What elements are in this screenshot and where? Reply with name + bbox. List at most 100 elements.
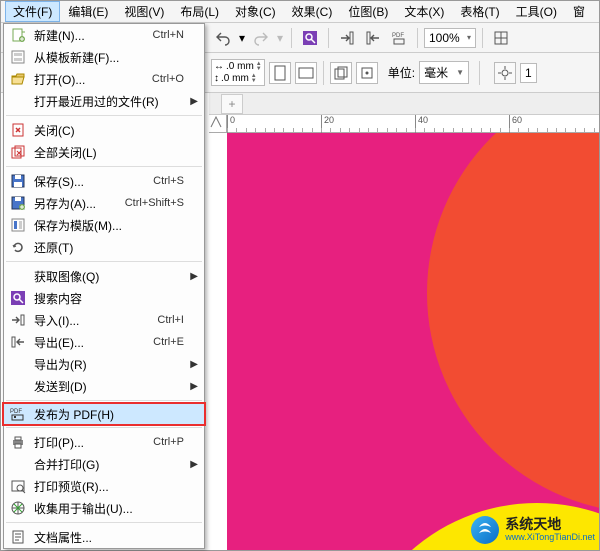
- menu-edit[interactable]: 编辑(E): [60, 1, 116, 22]
- watermark-logo-icon: [471, 516, 499, 544]
- menu-item-shortcut: Ctrl+S: [153, 175, 188, 187]
- revert-icon: [8, 238, 28, 256]
- acquire-icon: [8, 267, 28, 285]
- menu-item-label: 另存为(A)...: [34, 195, 125, 212]
- menu-item-open[interactable]: 打开(O)...Ctrl+O: [4, 68, 204, 90]
- new-icon: [8, 26, 28, 44]
- submenu-arrow-icon: ▶: [188, 381, 198, 392]
- menu-item-label: 导入(I)...: [34, 312, 157, 329]
- canvas-area: + 0 20 40 60 80: [209, 93, 599, 550]
- menu-item-label: 导出(E)...: [34, 334, 153, 351]
- add-tab-button[interactable]: +: [221, 94, 243, 114]
- menu-separator: [6, 522, 202, 523]
- menu-view[interactable]: 视图(V): [116, 1, 172, 22]
- menu-item-close[interactable]: 关闭(C): [4, 119, 204, 141]
- ruler-origin[interactable]: [209, 115, 227, 133]
- zoom-value: 100%: [429, 31, 460, 45]
- search-icon: [8, 289, 28, 307]
- menu-item-label: 新建(N)...: [34, 27, 153, 44]
- import-button[interactable]: [335, 26, 359, 50]
- menu-tools[interactable]: 工具(O): [508, 1, 565, 22]
- saveas-icon: [8, 194, 28, 212]
- menu-item-recent[interactable]: 打开最近用过的文件(R)▶: [4, 90, 204, 112]
- menu-item-newtpl[interactable]: 从模板新建(F)...: [4, 46, 204, 68]
- menu-item-collect[interactable]: 收集用于输出(U)...: [4, 497, 204, 519]
- horizontal-ruler[interactable]: 0 20 40 60 80: [227, 115, 599, 133]
- menu-item-search[interactable]: 搜索内容: [4, 287, 204, 309]
- submenu-arrow-icon: ▶: [188, 459, 198, 470]
- apply-all-pages[interactable]: [330, 62, 352, 84]
- drawing-canvas[interactable]: [227, 133, 599, 550]
- menu-item-print[interactable]: 打印(P)...Ctrl+P: [4, 431, 204, 453]
- menu-item-closeall[interactable]: 全部关闭(L): [4, 141, 204, 163]
- units-select[interactable]: 毫米▼: [419, 61, 469, 84]
- menu-item-label: 保存为模版(M)...: [34, 217, 184, 234]
- close-icon: [8, 121, 28, 139]
- menu-bitmap[interactable]: 位图(B): [340, 1, 396, 22]
- menu-file[interactable]: 文件(F): [5, 1, 60, 22]
- snap-button[interactable]: [489, 26, 513, 50]
- menu-item-label: 合并打印(G): [34, 456, 184, 473]
- newtpl-icon: [8, 48, 28, 66]
- menu-item-label: 导出为(R): [34, 356, 184, 373]
- menu-item-saveas[interactable]: 另存为(A)...Ctrl+Shift+S: [4, 192, 204, 214]
- menu-window[interactable]: 窗: [565, 1, 593, 22]
- menu-item-label: 收集用于输出(U)...: [34, 500, 184, 517]
- menu-item-new[interactable]: 新建(N)...Ctrl+N: [4, 24, 204, 46]
- menu-item-props[interactable]: 文档属性...: [4, 526, 204, 548]
- menu-item-label: 搜索内容: [34, 290, 184, 307]
- props-icon: [8, 528, 28, 546]
- menu-item-label: 从模板新建(F)...: [34, 49, 184, 66]
- submenu-arrow-icon: ▶: [188, 271, 198, 282]
- nudge-distance[interactable]: 1: [520, 63, 537, 83]
- closeall-icon: [8, 143, 28, 161]
- menu-item-sendto[interactable]: 发送到(D)▶: [4, 375, 204, 397]
- watermark: 系统天地 www.XiTongTianDi.net: [471, 516, 595, 544]
- undo-dropdown[interactable]: ▾: [237, 26, 247, 50]
- svg-text:PDF: PDF: [10, 409, 22, 415]
- submenu-arrow-icon: ▶: [188, 96, 198, 107]
- menu-effects[interactable]: 效果(C): [284, 1, 341, 22]
- menu-item-import[interactable]: 导入(I)...Ctrl+I: [4, 309, 204, 331]
- watermark-title: 系统天地: [505, 517, 595, 532]
- menubar: 文件(F) 编辑(E) 视图(V) 布局(L) 对象(C) 效果(C) 位图(B…: [1, 1, 599, 23]
- menu-item-exportto[interactable]: 导出为(R) ▶: [4, 353, 204, 375]
- menu-text[interactable]: 文本(X): [396, 1, 452, 22]
- orientation-landscape[interactable]: [295, 62, 317, 84]
- menu-separator: [6, 427, 202, 428]
- search-button[interactable]: [298, 26, 322, 50]
- pdf-icon: PDF: [8, 405, 28, 423]
- menu-item-preview[interactable]: 打印预览(R)...: [4, 475, 204, 497]
- zoom-combo[interactable]: 100%▾: [424, 28, 476, 48]
- redo-button[interactable]: [249, 26, 273, 50]
- menu-layout[interactable]: 布局(L): [172, 1, 227, 22]
- undo-button[interactable]: [211, 26, 235, 50]
- apply-current-page[interactable]: [356, 62, 378, 84]
- nudge-icon[interactable]: [494, 62, 516, 84]
- submenu-arrow-icon: ▶: [188, 359, 198, 370]
- menu-object[interactable]: 对象(C): [227, 1, 284, 22]
- file-menu-dropdown: 新建(N)...Ctrl+N从模板新建(F)...打开(O)...Ctrl+O打…: [3, 23, 205, 549]
- print-icon: [8, 433, 28, 451]
- menu-table[interactable]: 表格(T): [452, 1, 507, 22]
- menu-item-revert[interactable]: 还原(T): [4, 236, 204, 258]
- menu-item-export[interactable]: 导出(E)...Ctrl+E: [4, 331, 204, 353]
- menu-item-shortcut: Ctrl+Shift+S: [125, 197, 188, 209]
- pdf-button[interactable]: PDF: [387, 26, 411, 50]
- menu-item-label: 打开(O)...: [34, 71, 152, 88]
- menu-item-save[interactable]: 保存(S)...Ctrl+S: [4, 170, 204, 192]
- sendto-icon: [8, 377, 28, 395]
- menu-item-pdf[interactable]: PDF 发布为 PDF(H): [3, 403, 205, 425]
- redo-dropdown[interactable]: ▾: [275, 26, 285, 50]
- document-tabs: +: [209, 93, 599, 115]
- menu-item-acquire[interactable]: 获取图像(Q)▶: [4, 265, 204, 287]
- menu-item-label: 发布为 PDF(H): [34, 406, 184, 423]
- export-button[interactable]: [361, 26, 385, 50]
- menu-item-savetpl[interactable]: 保存为模版(M)...: [4, 214, 204, 236]
- menu-item-label: 全部关闭(L): [34, 144, 184, 161]
- preview-icon: [8, 477, 28, 495]
- orientation-portrait[interactable]: [269, 62, 291, 84]
- menu-item-merge[interactable]: 合并打印(G) ▶: [4, 453, 204, 475]
- watermark-url: www.XiTongTianDi.net: [505, 533, 595, 543]
- page-dimensions[interactable]: ↔.0 mm▲▼ ↕.0 mm▲▼: [211, 59, 265, 86]
